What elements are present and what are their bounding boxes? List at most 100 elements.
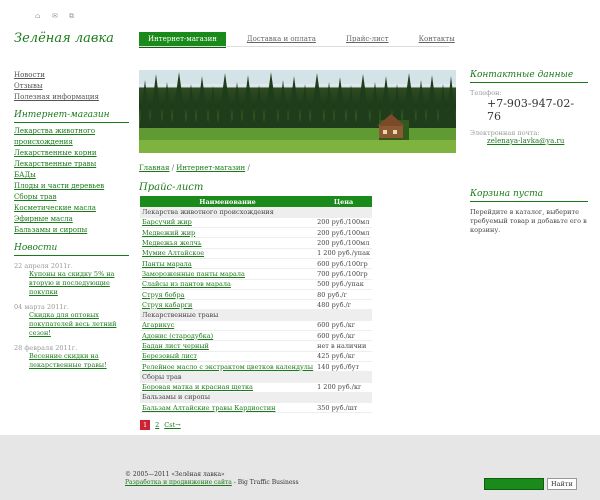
cart-title: Корзина пуста <box>470 189 588 202</box>
price-cell: 500 руб./упак <box>315 279 373 290</box>
search-button[interactable]: Найти <box>547 478 577 490</box>
developer-credit: Разработка и продвижение сайта - Big Tra… <box>125 479 299 487</box>
news-section-title[interactable]: Новости <box>14 243 129 256</box>
table-row: Медвежий жир 200 руб./100мл <box>140 227 373 239</box>
price-cell: 1 200 руб./упак <box>315 248 373 259</box>
product-link[interactable]: Боровая матка и красная щетка <box>142 383 253 391</box>
product-link[interactable]: Адонис (стародубка) <box>142 332 213 340</box>
product-cell: Бальзам Алтайские травы Кардиостин <box>140 402 316 414</box>
category-link[interactable]: БАДы <box>14 170 129 181</box>
price-cell: 140 руб./бут <box>315 361 373 373</box>
category-link[interactable]: Эфирные масла <box>14 214 129 225</box>
search-input[interactable] <box>484 478 544 490</box>
home-icon[interactable]: ⌂ <box>35 13 42 20</box>
price-cell: 200 руб./100мл <box>315 217 373 229</box>
news-date: 04 марта 2011г. <box>14 303 69 311</box>
price-cell: 700 руб./100гр <box>315 268 373 280</box>
price-cell: 80 руб./г <box>315 289 373 301</box>
copyright-text: © 2005—2011 «Зелёная лавка» <box>125 471 225 478</box>
table-category-row: Сборы трав <box>140 371 373 383</box>
table-category-row: Лекарства животного происхождения <box>140 207 373 218</box>
product-cell: Медвежья желчь <box>140 237 316 249</box>
mail-icon[interactable]: ✉ <box>52 13 59 20</box>
category-link[interactable]: Косметические масла <box>14 203 129 214</box>
price-table: Наименование Цена Лекарства животного пр… <box>140 196 373 414</box>
product-link[interactable]: Медвежий жир <box>142 229 195 237</box>
product-link[interactable]: Струя бобра <box>142 291 185 299</box>
product-cell: Релейное масло с экстрактом цветков кале… <box>140 361 316 373</box>
price-cell: 425 руб./кг <box>315 351 373 362</box>
product-cell: Медвежий жир <box>140 227 316 239</box>
product-cell: Мумие Алтайское <box>140 248 316 259</box>
breadcrumb-separator: / <box>247 164 250 172</box>
forest-banner-image <box>139 70 456 153</box>
product-link[interactable]: Агарикус <box>142 321 174 329</box>
forest-scene <box>139 70 456 153</box>
link-reviews[interactable]: Отзывы <box>14 81 129 92</box>
column-header-name: Наименование <box>140 196 316 207</box>
product-link[interactable]: Бадан лист черный <box>142 342 209 350</box>
link-useful-info[interactable]: Полезная информация <box>14 92 129 103</box>
developer-name: - Big Traffic Business <box>231 479 299 486</box>
email-link[interactable]: zelenaya-lavka@ya.ru <box>487 137 588 145</box>
pagination: 1 2 Cst→ <box>140 420 181 430</box>
news-link[interactable]: Весенние скидки на лекарственные травы! <box>29 352 129 370</box>
breadcrumb-home[interactable]: Главная <box>139 164 169 172</box>
shop-section-title[interactable]: Интернет-магазин <box>14 110 129 123</box>
product-link[interactable]: Слайсы из пантов марала <box>142 280 231 288</box>
news-date: 22 апреля 2011г. <box>14 262 73 270</box>
table-category-row: Лекарственные травы <box>140 309 373 321</box>
category-link[interactable]: Лекарственные травы <box>14 159 129 170</box>
table-row: Замороженные панты марала 700 руб./100гр <box>140 268 373 280</box>
page-title: Прайс-лист <box>139 182 204 193</box>
breadcrumb: Главная / Интернет-магазин / <box>139 164 250 172</box>
category-link[interactable]: Лекарственные корни <box>14 148 129 159</box>
price-cell: 1 200 руб./кг <box>315 382 373 393</box>
product-cell: Бадан лист черный <box>140 340 316 352</box>
sitemap-icon[interactable]: ⧉ <box>69 13 76 20</box>
product-link[interactable]: Медвежья желчь <box>142 239 202 247</box>
product-link[interactable]: Березовый лист <box>142 352 197 360</box>
category-link[interactable]: Лекарства животного происхождения <box>14 126 129 148</box>
table-row: Агарикус 600 руб./кг <box>140 320 373 332</box>
developer-link[interactable]: Разработка и продвижение сайта <box>125 479 232 486</box>
product-cell: Струя кабарги <box>140 299 316 311</box>
news-date: 28 февраля 2011г. <box>14 344 78 352</box>
product-link[interactable]: Мумие Алтайское <box>142 249 204 257</box>
table-row: Березовый лист 425 руб./кг <box>140 351 373 362</box>
breadcrumb-shop[interactable]: Интернет-магазин <box>176 164 245 172</box>
page-next[interactable]: Cst→ <box>164 421 180 429</box>
category-name: Лекарства животного происхождения <box>140 207 373 218</box>
product-cell: Боровая матка и красная щетка <box>140 382 316 393</box>
category-link[interactable]: Плоды и части деревьев <box>14 181 129 192</box>
product-link[interactable]: Барсучий жир <box>142 218 192 226</box>
logo[interactable]: Зелёная лавка <box>14 31 114 46</box>
table-row: Мумие Алтайское 1 200 руб./упак <box>140 248 373 259</box>
product-link[interactable]: Бальзам Алтайские травы Кардиостин <box>142 404 275 412</box>
category-link[interactable]: Бальзамы и сиропы <box>14 225 129 236</box>
table-row: Бальзам Алтайские травы Кардиостин 350 ру… <box>140 402 373 414</box>
page-link[interactable]: 2 <box>155 421 159 429</box>
product-cell: Слайсы из пантов марала <box>140 279 316 290</box>
news-link[interactable]: Купоны на скидку 5% на вторую и последую… <box>29 270 129 297</box>
link-news[interactable]: Новости <box>14 70 129 81</box>
product-cell: Барсучий жир <box>140 217 316 229</box>
product-cell: Березовый лист <box>140 351 316 362</box>
footer-search: Найти <box>484 477 580 491</box>
category-link[interactable]: Сборы трав <box>14 192 129 203</box>
table-row: Адонис (стародубка) 600 руб./кг <box>140 330 373 342</box>
price-cell: 600 руб./кг <box>315 320 373 332</box>
product-link[interactable]: Замороженные панты марала <box>142 270 245 278</box>
product-link[interactable]: Релейное масло с экстрактом цветков кале… <box>142 363 313 371</box>
table-row: Струя кабарги 480 руб./г <box>140 299 373 311</box>
news-link[interactable]: Скидка для оптовых покупателей весь летн… <box>29 311 129 338</box>
product-cell: Агарикус <box>140 320 316 332</box>
page-current: 1 <box>140 420 151 430</box>
product-link[interactable]: Струя кабарги <box>142 301 192 309</box>
category-name: Лекарственные травы <box>140 309 373 321</box>
table-row: Панты марала 600 руб./100гр <box>140 258 373 270</box>
footer-copyright: © 2005—2011 «Зелёная лавка» Разработка и… <box>125 471 299 487</box>
table-row: Струя бобра 80 руб./г <box>140 289 373 301</box>
product-link[interactable]: Панты марала <box>142 260 192 268</box>
product-cell: Панты марала <box>140 258 316 270</box>
